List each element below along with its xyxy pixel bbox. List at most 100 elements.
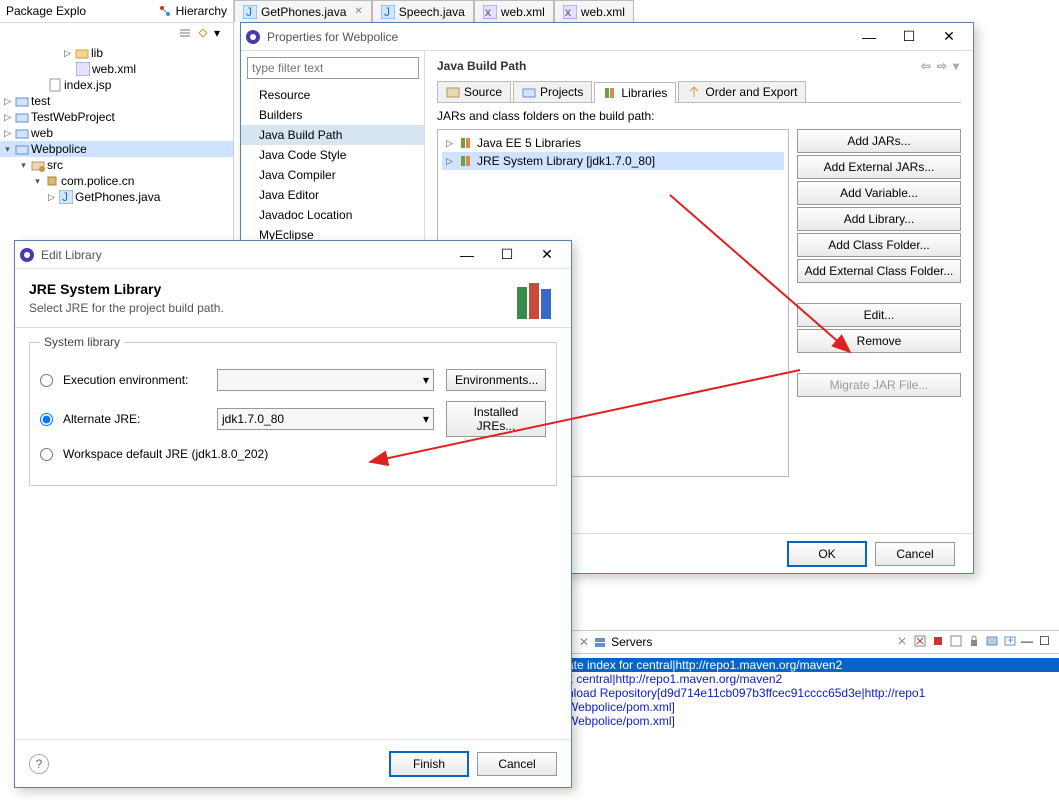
property-page[interactable]: Builders xyxy=(241,105,424,125)
tab-libraries[interactable]: Libraries xyxy=(594,82,676,103)
close-icon[interactable]: ✕ xyxy=(354,6,362,17)
alternate-jre-radio[interactable] xyxy=(40,413,53,426)
terminate-all-icon[interactable] xyxy=(931,634,947,650)
cancel-button[interactable]: Cancel xyxy=(477,752,557,776)
svg-text:J: J xyxy=(384,5,390,19)
tree-package[interactable]: ▾com.police.cn xyxy=(0,173,233,189)
add-jars-button[interactable]: Add JARs... xyxy=(797,129,961,153)
eclipse-icon xyxy=(245,29,261,45)
tree-project[interactable]: ▷TestWebProject xyxy=(0,109,233,125)
show-console-icon[interactable] xyxy=(985,634,1001,650)
add-class-folder-button[interactable]: Add Class Folder... xyxy=(797,233,961,257)
jars-label: JARs and class folders on the build path… xyxy=(437,109,961,123)
tab-projects[interactable]: Projects xyxy=(513,81,592,102)
project-icon xyxy=(15,110,29,124)
maximize-button[interactable]: ☐ xyxy=(487,244,527,266)
ok-button[interactable]: OK xyxy=(787,541,867,567)
console-line: Webpolice/pom.xml] xyxy=(567,714,1059,728)
property-page[interactable]: Javadoc Location xyxy=(241,205,424,225)
add-external-class-folder-button[interactable]: Add External Class Folder... xyxy=(797,259,961,283)
tree-file[interactable]: web.xml xyxy=(0,61,233,77)
filter-input[interactable] xyxy=(247,57,419,79)
package-explorer-tab[interactable]: Package Explo xyxy=(6,4,86,18)
add-external-jars-button[interactable]: Add External JARs... xyxy=(797,155,961,179)
tab-source[interactable]: Source xyxy=(437,81,511,102)
add-variable-button[interactable]: Add Variable... xyxy=(797,181,961,205)
link-editor-icon[interactable] xyxy=(195,25,211,41)
minimize-button[interactable]: — xyxy=(447,244,487,266)
dropdown-icon[interactable]: ▾ xyxy=(951,59,961,73)
editor-tab[interactable]: xweb.xml xyxy=(474,0,554,22)
migrate-jar-button: Migrate JAR File... xyxy=(797,373,961,397)
finish-button[interactable]: Finish xyxy=(389,751,469,777)
tab-order-export[interactable]: Order and Export xyxy=(678,81,806,102)
project-icon xyxy=(15,94,29,108)
editor-tab[interactable]: JSpeech.java xyxy=(372,0,474,22)
property-page[interactable]: Java Build Path xyxy=(241,125,424,145)
tree-file[interactable]: ▷JGetPhones.java xyxy=(0,189,233,205)
tree-project[interactable]: ▾Webpolice xyxy=(0,141,233,157)
servers-tab[interactable]: ✕Servers xyxy=(571,633,660,651)
minimize-icon[interactable]: — xyxy=(1021,634,1037,650)
tree-file[interactable]: index.jsp xyxy=(0,77,233,93)
environments-button[interactable]: Environments... xyxy=(446,369,546,391)
property-page[interactable]: Java Compiler xyxy=(241,165,424,185)
minimize-button[interactable]: — xyxy=(849,26,889,48)
collapse-icon[interactable]: ▾ xyxy=(2,144,13,155)
collapse-all-icon[interactable] xyxy=(177,25,193,41)
remove-button[interactable]: Remove xyxy=(797,329,961,353)
alternate-jre-combo[interactable]: jdk1.7.0_80▾ xyxy=(217,408,434,430)
add-library-button[interactable]: Add Library... xyxy=(797,207,961,231)
maximize-icon[interactable]: ☐ xyxy=(1039,634,1055,650)
editor-tab[interactable]: xweb.xml xyxy=(554,0,634,22)
property-page[interactable]: Java Editor xyxy=(241,185,424,205)
expand-icon[interactable]: ▷ xyxy=(2,128,13,139)
scroll-lock-icon[interactable] xyxy=(967,634,983,650)
workspace-default-label: Workspace default JRE (jdk1.8.0_202) xyxy=(63,447,268,461)
execution-env-combo[interactable]: ▾ xyxy=(217,369,434,391)
library-item[interactable]: ▷Java EE 5 Libraries xyxy=(442,134,784,152)
forward-icon[interactable]: ⇨ xyxy=(935,59,949,73)
expand-icon[interactable]: ▷ xyxy=(444,138,455,149)
maximize-button[interactable]: ☐ xyxy=(889,26,929,48)
tree-project[interactable]: ▷web xyxy=(0,125,233,141)
expand-icon[interactable]: ▷ xyxy=(62,48,73,59)
workspace-default-radio[interactable] xyxy=(40,448,53,461)
cancel-button[interactable]: Cancel xyxy=(875,542,955,566)
console-output[interactable]: ate index for central|http://repo1.maven… xyxy=(567,654,1059,732)
expand-icon[interactable]: ▷ xyxy=(46,192,57,203)
close-button[interactable]: ✕ xyxy=(527,244,567,266)
tree-folder[interactable]: ▷lib xyxy=(0,45,233,61)
remove-icon[interactable] xyxy=(913,634,929,650)
java-file-icon: J xyxy=(243,5,257,19)
tree-src-folder[interactable]: ▾src xyxy=(0,157,233,173)
library-item[interactable]: ▷JRE System Library [jdk1.7.0_80] xyxy=(442,152,784,170)
dialog-titlebar[interactable]: Edit Library — ☐ ✕ xyxy=(15,241,571,269)
help-button[interactable]: ? xyxy=(29,754,49,774)
chevron-down-icon: ▾ xyxy=(423,412,429,426)
collapse-icon[interactable]: ▾ xyxy=(18,160,29,171)
close-button[interactable]: ✕ xyxy=(929,26,969,48)
expand-icon[interactable]: ▷ xyxy=(2,112,13,123)
console-line: Webpolice/pom.xml] xyxy=(567,700,1059,714)
pin-icon[interactable] xyxy=(895,634,911,650)
xml-file-icon: x xyxy=(563,5,577,19)
edit-button[interactable]: Edit... xyxy=(797,303,961,327)
view-menu-icon[interactable]: ▾ xyxy=(213,25,229,41)
property-page[interactable]: Resource xyxy=(241,85,424,105)
collapse-icon[interactable]: ▾ xyxy=(32,176,43,187)
property-page[interactable]: Java Code Style xyxy=(241,145,424,165)
tree-project[interactable]: ▷test xyxy=(0,93,233,109)
console-line: nload Repository[d9d714e11cb097b3ffcec91… xyxy=(567,686,1059,700)
editor-tab[interactable]: JGetPhones.java✕ xyxy=(234,0,372,22)
expand-icon[interactable]: ▷ xyxy=(444,156,455,167)
dialog-titlebar[interactable]: Properties for Webpolice — ☐ ✕ xyxy=(241,23,973,51)
back-icon[interactable]: ⇦ xyxy=(919,59,933,73)
open-console-icon[interactable]: + xyxy=(1003,634,1019,650)
execution-env-radio[interactable] xyxy=(40,374,53,387)
clear-icon[interactable] xyxy=(949,634,965,650)
hierarchy-tab[interactable]: Hierarchy xyxy=(176,4,227,18)
installed-jres-button[interactable]: Installed JREs... xyxy=(446,401,546,437)
close-icon[interactable]: ✕ xyxy=(579,635,589,649)
expand-icon[interactable]: ▷ xyxy=(2,96,13,107)
